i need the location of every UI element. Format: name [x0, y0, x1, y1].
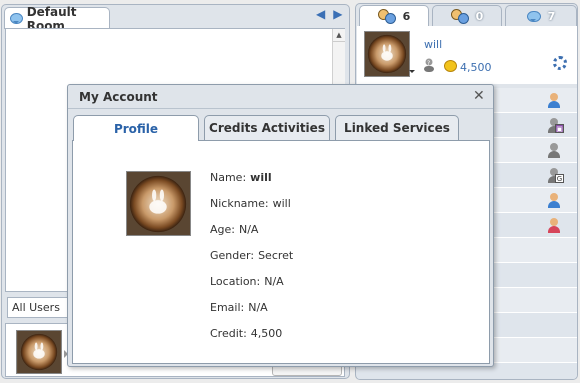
field-label: Location:	[210, 275, 261, 288]
users-filter-value: All Users	[12, 301, 60, 314]
scroll-up-icon[interactable]: ▲	[333, 29, 345, 42]
female-user-icon	[547, 218, 561, 233]
field-value: N/A	[264, 275, 284, 288]
prev-room-icon[interactable]: ◀	[316, 7, 325, 23]
tab-default-room[interactable]: Default Room	[4, 5, 110, 33]
field-value: Secret	[258, 249, 294, 262]
tab-rooms[interactable]: 7	[505, 5, 577, 27]
my-credits: 4,500	[460, 61, 492, 74]
field-value: N/A	[238, 223, 259, 236]
close-icon[interactable]: ✕	[473, 88, 485, 104]
credit-coin-icon	[444, 60, 457, 72]
tab-online-users[interactable]: 6	[359, 5, 429, 27]
male-user-icon	[547, 93, 561, 108]
my-account-dialog: My Account ✕ Profile Credits Activities …	[67, 84, 494, 367]
field-label: Age:	[210, 223, 235, 236]
guest-user-icon: G	[547, 168, 564, 183]
field-age: Age: N/A	[210, 223, 258, 236]
tab-credits-activities[interactable]: Credits Activities	[204, 115, 330, 140]
avatar-dropdown-icon[interactable]	[409, 70, 415, 76]
users-group-icon	[377, 8, 396, 25]
male-user-icon	[547, 193, 561, 208]
gear-icon[interactable]	[553, 56, 567, 70]
unknown-user-icon	[547, 143, 561, 158]
field-location: Location: N/A	[210, 275, 284, 288]
my-profile-avatar[interactable]	[364, 31, 410, 77]
field-label: Gender:	[210, 249, 255, 262]
svg-text:?: ?	[427, 60, 430, 67]
rooms-count: 7	[547, 10, 556, 23]
chat-bubble-icon	[10, 13, 23, 24]
users-filter-select[interactable]: All Users	[7, 297, 69, 318]
unknown-gender-icon: ?	[424, 58, 434, 72]
field-credit: Credit: 4,500	[210, 327, 282, 340]
online-users-count: 6	[402, 10, 411, 23]
field-nickname: Nickname: will	[210, 197, 291, 210]
field-gender: Gender: Secret	[210, 249, 293, 262]
profile-avatar	[126, 171, 191, 236]
field-label: Name:	[210, 171, 247, 184]
friends-group-icon	[450, 8, 469, 25]
my-name[interactable]: will	[424, 38, 442, 51]
my-avatar[interactable]	[16, 330, 62, 374]
next-room-icon[interactable]: ▶	[333, 7, 342, 23]
field-value: will	[250, 171, 272, 184]
dialog-divider	[68, 108, 493, 109]
profile-panel: Name: will Nickname: will Age: N/A Gender: S…	[72, 140, 490, 364]
tab-profile[interactable]: Profile	[73, 115, 199, 141]
field-email: Email: N/A	[210, 301, 268, 314]
field-name: Name: will	[210, 171, 272, 184]
field-label: Credit:	[210, 327, 247, 340]
friends-count: 0	[475, 10, 484, 23]
field-label: Email:	[210, 301, 245, 314]
rooms-bubble-icon	[526, 11, 541, 22]
cam-user-icon: ▣	[547, 118, 564, 133]
tab-friends[interactable]: 0	[432, 5, 502, 27]
field-value: N/A	[248, 301, 268, 314]
my-profile-card: will ? 4,500	[357, 26, 577, 84]
dialog-title: My Account	[79, 90, 158, 104]
field-value: 4,500	[250, 327, 283, 340]
tab-linked-services[interactable]: Linked Services	[335, 115, 459, 140]
field-label: Nickname:	[210, 197, 269, 210]
field-value: will	[272, 197, 291, 210]
room-nav: ◀ ▶	[316, 7, 346, 23]
